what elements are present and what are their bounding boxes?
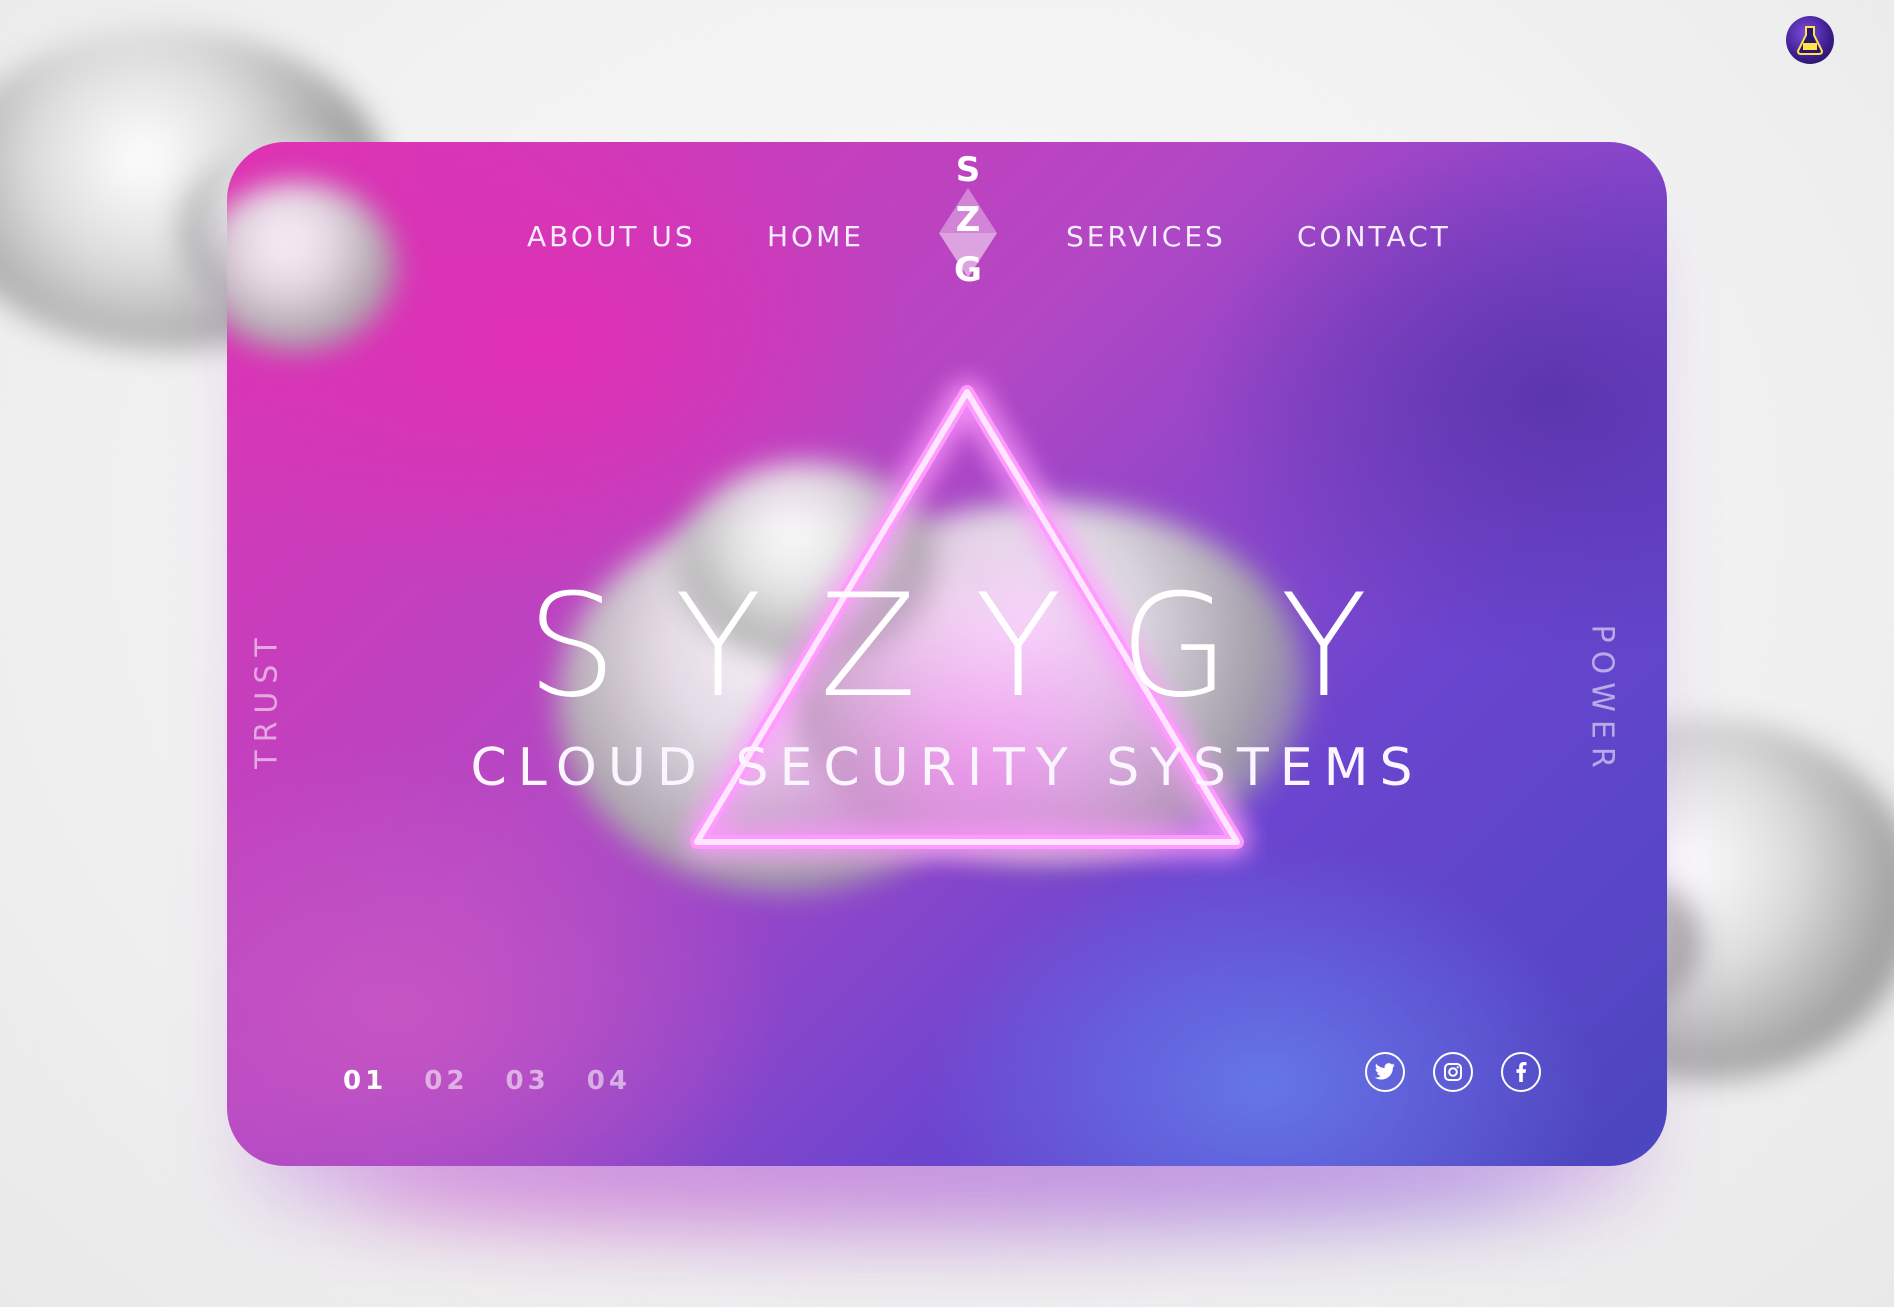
facebook-icon[interactable] (1501, 1052, 1541, 1092)
nav-contact[interactable]: CONTACT (1297, 220, 1451, 253)
slide-pager: 01 02 03 04 (343, 1066, 655, 1096)
pager-item-01[interactable]: 01 (343, 1066, 387, 1096)
nav-about-us[interactable]: ABOUT US (527, 220, 696, 253)
hero-subtitle: CLOUD SECURITY SYSTEMS (470, 738, 1424, 798)
pager-item-03[interactable]: 03 (506, 1066, 550, 1096)
logo-letter-g: G (954, 250, 982, 290)
logo-letter-s: S (955, 150, 981, 190)
pager-item-02[interactable]: 02 (424, 1066, 468, 1096)
nav-home[interactable]: HOME (767, 220, 864, 253)
flask-icon (1786, 16, 1834, 64)
brand-line-2: Formula (1631, 66, 1894, 136)
hero-title: SYZYGY (526, 564, 1426, 729)
instagram-icon[interactable] (1433, 1052, 1473, 1092)
szg-logo[interactable]: S Z G (933, 150, 1003, 290)
hero-card: ABOUT US HOME SERVICES CONTACT S Z G TRU… (227, 142, 1667, 1166)
pager-item-04[interactable]: 04 (587, 1066, 631, 1096)
logo-letter-z: Z (955, 200, 981, 240)
twitter-icon[interactable] (1365, 1052, 1405, 1092)
nav-services[interactable]: SERVICES (1066, 220, 1226, 253)
web-formula-brand: Web Formula (1631, 10, 1876, 130)
